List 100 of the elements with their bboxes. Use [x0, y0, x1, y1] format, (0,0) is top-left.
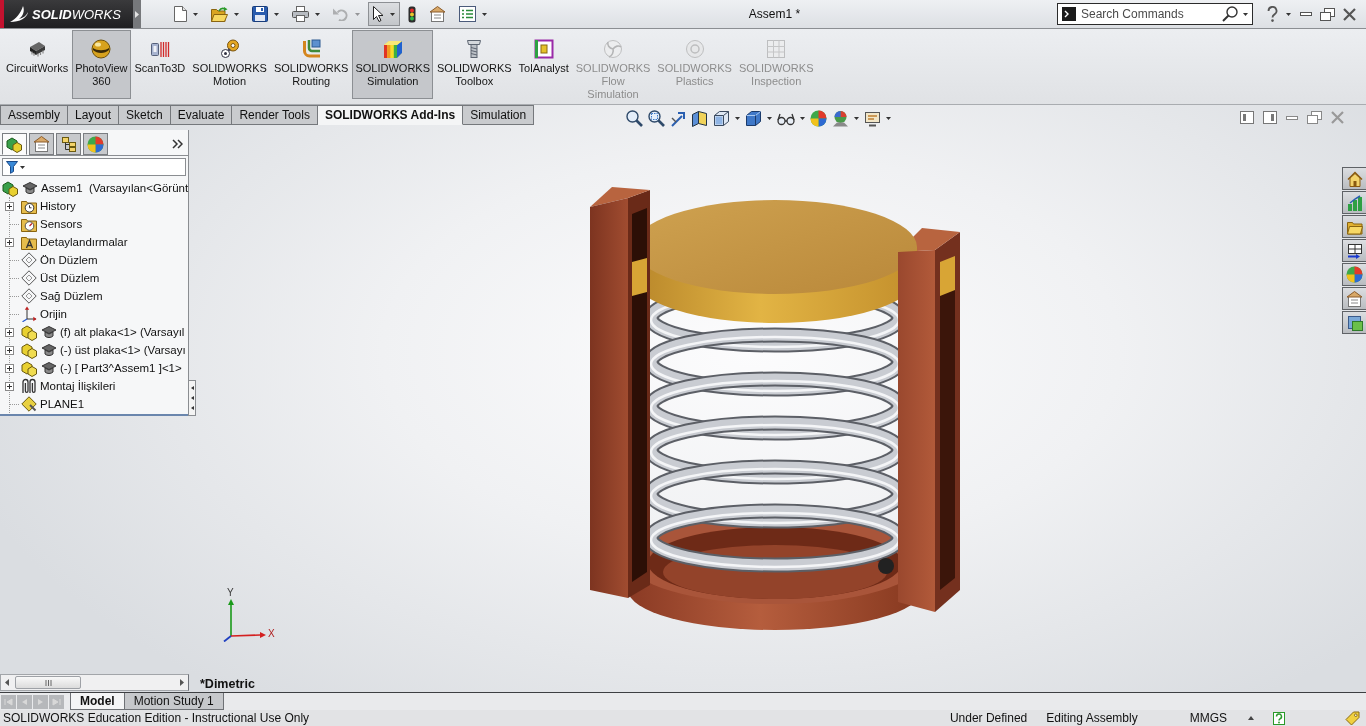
- close-icon[interactable]: [1343, 7, 1356, 21]
- add-in-button[interactable]: TolAnalyst: [515, 30, 572, 99]
- tree-item[interactable]: Montaj İlişkileri: [40, 380, 116, 392]
- tree-item[interactable]: Sağ Düzlem: [40, 290, 103, 302]
- zoom-area-icon[interactable]: [648, 110, 666, 127]
- expand-icon[interactable]: [5, 381, 14, 391]
- tab[interactable]: Sketch: [119, 105, 171, 125]
- caret-icon[interactable]: [1286, 12, 1291, 16]
- tile-icon[interactable]: [1263, 111, 1277, 124]
- caret-icon[interactable]: [767, 117, 773, 120]
- caret-up-icon[interactable]: [1248, 716, 1254, 720]
- tree-item[interactable]: (f) alt plaka<1> (Varsayıl: [60, 326, 185, 338]
- expand-icon[interactable]: [5, 237, 14, 247]
- expand-icon[interactable]: [5, 201, 14, 211]
- add-in-button[interactable]: SOLIDWORKS Toolbox: [434, 30, 515, 99]
- add-in-button[interactable]: PhotoView 360: [72, 30, 131, 99]
- tab[interactable]: Evaluate: [170, 105, 233, 125]
- restore-icon[interactable]: [1320, 7, 1335, 21]
- logo-text: SOLIDWORKS: [32, 6, 121, 22]
- tab[interactable]: Assembly: [0, 105, 68, 125]
- caret-icon[interactable]: [800, 117, 806, 120]
- color-cube-icon: [382, 39, 403, 59]
- task-pane-tab[interactable]: [1342, 287, 1366, 310]
- tree-item[interactable]: Ön Düzlem: [40, 254, 98, 266]
- floppy-icon: [252, 6, 268, 22]
- tree-item[interactable]: (-) üst plaka<1> (Varsayı: [60, 344, 186, 356]
- cubes-icon: [21, 341, 38, 359]
- tab[interactable]: Layout: [68, 105, 120, 125]
- tree-item[interactable]: Detaylandırmalar: [40, 236, 128, 248]
- tree-item[interactable]: History: [40, 200, 76, 212]
- roofed-sheet-icon: [1346, 290, 1363, 307]
- glasses-icon[interactable]: [777, 111, 796, 126]
- color-wheel-icon: [1346, 266, 1363, 283]
- plane-icon: [21, 270, 37, 286]
- collapse-handle-icon[interactable]: [188, 380, 196, 416]
- tab[interactable]: Model: [70, 693, 125, 710]
- grip-icon: [44, 679, 52, 686]
- layout-arrow-icon: [1346, 242, 1363, 259]
- help-icon[interactable]: [1267, 6, 1278, 22]
- menu-expander[interactable]: [133, 0, 141, 28]
- right-arrow-icon[interactable]: [180, 679, 184, 686]
- caret-icon[interactable]: [854, 117, 860, 120]
- toolbar-button[interactable]: [368, 2, 400, 26]
- add-in-button[interactable]: SOLIDWORKS Routing: [270, 30, 352, 99]
- scrollbar-thumb[interactable]: [15, 676, 81, 689]
- tree-item[interactable]: (-) [ Part3^Assem1 ]<1>: [60, 362, 182, 374]
- bar-chart-icon: [1346, 194, 1363, 211]
- tree-item[interactable]: Sensors: [40, 218, 83, 230]
- clock-folder-icon: [21, 198, 37, 214]
- minimize-icon[interactable]: [1286, 115, 1298, 120]
- zoom-icon[interactable]: [626, 110, 644, 127]
- expand-icon[interactable]: [5, 363, 14, 373]
- tab[interactable]: Render Tools: [232, 105, 318, 125]
- tile-icon[interactable]: [1240, 111, 1254, 124]
- minimize-icon[interactable]: [1300, 12, 1312, 16]
- cube-icon[interactable]: [713, 110, 731, 127]
- expand-icon[interactable]: [5, 345, 14, 355]
- tree-item[interactable]: PLANE1: [40, 398, 85, 410]
- folded-map-icon[interactable]: [691, 110, 709, 127]
- tab[interactable]: Motion Study 1: [124, 693, 224, 710]
- add-in-button[interactable]: CircuitWorks: [3, 30, 72, 99]
- shaded-cube-icon[interactable]: [745, 110, 763, 127]
- panel-tab[interactable]: [2, 133, 27, 155]
- search-input[interactable]: Search Commands: [1081, 5, 1217, 23]
- cursor-icon: [373, 6, 384, 22]
- filter-field[interactable]: [2, 158, 186, 176]
- add-in-button[interactable]: SOLIDWORKS Motion: [189, 30, 270, 99]
- cubes-icon: [21, 323, 38, 341]
- search-icon[interactable]: [1222, 6, 1238, 22]
- caret-icon[interactable]: [735, 117, 741, 120]
- task-pane-tab[interactable]: [1342, 239, 1366, 262]
- paperclip-icon: [21, 378, 37, 394]
- restore-icon[interactable]: [1307, 111, 1322, 124]
- panel-tab[interactable]: [56, 133, 81, 155]
- tab[interactable]: SOLIDWORKS Add-Ins: [317, 105, 464, 125]
- chip-icon: [27, 39, 48, 59]
- window-title: Assem1 *: [748, 7, 801, 21]
- view-name: *Dimetric: [200, 677, 255, 691]
- search-field[interactable]: Search Commands: [1057, 3, 1253, 25]
- pipes-icon: [301, 39, 322, 59]
- ball-on-stand-icon[interactable]: [832, 110, 850, 127]
- panel-tab[interactable]: [29, 133, 54, 155]
- double-chevron-icon[interactable]: [172, 139, 183, 149]
- add-in-button[interactable]: SOLIDWORKS Simulation: [352, 30, 434, 99]
- mortarboard-icon: [41, 343, 57, 357]
- left-arrow-icon[interactable]: [5, 679, 9, 686]
- tree-item[interactable]: Assem1 (Varsayılan<Görünt: [41, 182, 189, 194]
- right-arrow-icon: [135, 10, 139, 18]
- diagonal-arrow-icon[interactable]: [670, 110, 687, 127]
- tab[interactable]: Simulation: [463, 105, 535, 125]
- help-icon[interactable]: [1273, 711, 1285, 725]
- tree-item[interactable]: Üst Düzlem: [40, 272, 100, 284]
- caret-icon[interactable]: [1243, 12, 1248, 16]
- mortarboard-icon: [22, 181, 38, 195]
- expand-icon[interactable]: [5, 327, 14, 337]
- color-wheel-icon[interactable]: [810, 110, 828, 127]
- caret-icon[interactable]: [886, 117, 892, 120]
- monitor-icon[interactable]: [864, 110, 882, 127]
- add-in-button[interactable]: ScanTo3D: [131, 30, 189, 99]
- tree-item[interactable]: Orijin: [40, 308, 67, 320]
